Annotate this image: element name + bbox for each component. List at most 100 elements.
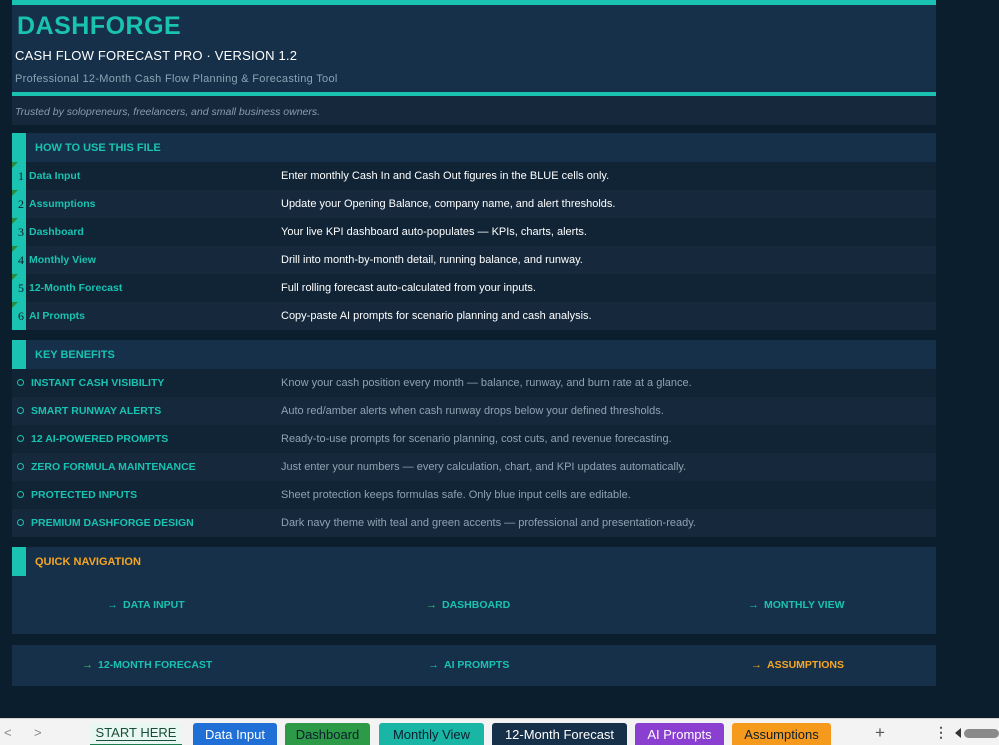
- benefit-row: PROTECTED INPUTS Sheet protection keeps …: [12, 481, 936, 509]
- nav-link-12-month-forecast[interactable]: → 12-MONTH FORECAST: [82, 659, 212, 671]
- comment-marker-icon: [12, 190, 18, 196]
- tab-label: Monthly View: [392, 727, 471, 742]
- step-label[interactable]: 12-Month Forecast: [29, 282, 122, 294]
- add-sheet-icon[interactable]: +: [875, 723, 885, 743]
- tab-label: 12-Month Forecast: [504, 727, 615, 742]
- header-block: DASHFORGE CASH FLOW FORECAST PRO · VERSI…: [12, 0, 936, 92]
- comment-marker-icon: [12, 302, 18, 308]
- tab-label: Assumptions: [744, 727, 819, 742]
- step-number: 3: [18, 225, 24, 239]
- benefit-description: Ready-to-use prompts for scenario planni…: [281, 433, 672, 445]
- benefit-description: Auto red/amber alerts when cash runway d…: [281, 405, 664, 417]
- how-to-title: HOW TO USE THIS FILE: [35, 142, 161, 154]
- scroll-left-arrow-icon[interactable]: [955, 728, 961, 738]
- tab-data-input[interactable]: Data Input: [193, 723, 277, 745]
- step-number-cell: 5: [12, 274, 26, 302]
- tab-ai-prompts[interactable]: AI Prompts: [635, 723, 724, 745]
- benefits-header: KEY BENEFITS: [12, 340, 936, 369]
- arrow-right-icon: →: [428, 659, 439, 671]
- tab-dashboard[interactable]: Dashboard: [285, 723, 370, 745]
- benefit-label: ZERO FORMULA MAINTENANCE: [31, 461, 196, 473]
- trusted-text: Trusted by solopreneurs, freelancers, an…: [15, 106, 321, 118]
- step-number-cell: 1: [12, 162, 26, 190]
- step-number: 2: [18, 197, 24, 211]
- circle-bullet-icon: [17, 519, 24, 526]
- benefit-row: 12 AI-POWERED PROMPTS Ready-to-use promp…: [12, 425, 936, 453]
- scrollbar-thumb[interactable]: [964, 728, 999, 738]
- nav-link-ai-prompts[interactable]: → AI PROMPTS: [428, 659, 509, 671]
- tab-scroll-left-icon[interactable]: <: [4, 725, 12, 740]
- nav-link-label: ASSUMPTIONS: [767, 659, 845, 671]
- step-number-cell: 4: [12, 246, 26, 274]
- step-label[interactable]: Assumptions: [29, 198, 96, 210]
- tab-start-here[interactable]: START HERE: [90, 723, 182, 745]
- how-to-header: HOW TO USE THIS FILE: [12, 133, 936, 162]
- step-row[interactable]: 6 AI Prompts Copy-paste AI prompts for s…: [12, 302, 936, 330]
- tab-12-month-forecast[interactable]: 12-Month Forecast: [492, 723, 627, 745]
- step-number: 4: [18, 253, 24, 267]
- arrow-right-icon: →: [751, 659, 762, 671]
- benefit-description: Sheet protection keeps formulas safe. On…: [281, 489, 631, 501]
- quick-navigation-block: QUICK NAVIGATION → DATA INPUT → DASHBOAR…: [12, 547, 936, 634]
- step-row[interactable]: 3 Dashboard Your live KPI dashboard auto…: [12, 218, 936, 246]
- step-description: Full rolling forecast auto-calculated fr…: [281, 282, 536, 294]
- navigation-header: QUICK NAVIGATION: [12, 547, 936, 576]
- benefit-row: ZERO FORMULA MAINTENANCE Just enter your…: [12, 453, 936, 481]
- product-tagline: Professional 12-Month Cash Flow Planning…: [15, 73, 338, 85]
- trusted-banner: Trusted by solopreneurs, freelancers, an…: [12, 96, 936, 125]
- benefit-row: SMART RUNWAY ALERTS Auto red/amber alert…: [12, 397, 936, 425]
- step-row[interactable]: 4 Monthly View Drill into month-by-month…: [12, 246, 936, 274]
- tab-scroll-right-icon[interactable]: >: [34, 725, 42, 740]
- step-row[interactable]: 2 Assumptions Update your Opening Balanc…: [12, 190, 936, 218]
- step-label[interactable]: Data Input: [29, 170, 80, 182]
- circle-bullet-icon: [17, 407, 24, 414]
- nav-link-label: MONTHLY VIEW: [764, 599, 845, 611]
- tab-assumptions[interactable]: Assumptions: [732, 723, 831, 745]
- step-number: 6: [18, 309, 24, 323]
- nav-link-label: DASHBOARD: [442, 599, 511, 611]
- tab-monthly-view[interactable]: Monthly View: [379, 723, 484, 745]
- step-label[interactable]: AI Prompts: [29, 310, 85, 322]
- comment-marker-icon: [12, 162, 18, 168]
- arrow-right-icon: →: [748, 599, 759, 611]
- brand-title: DASHFORGE: [17, 12, 182, 40]
- benefit-description: Know your cash position every month — ba…: [281, 377, 692, 389]
- step-number: 1: [18, 169, 24, 183]
- step-row[interactable]: 5 12-Month Forecast Full rolling forecas…: [12, 274, 936, 302]
- benefit-label: SMART RUNWAY ALERTS: [31, 405, 162, 417]
- section-accent: [12, 340, 26, 369]
- benefits-title: KEY BENEFITS: [35, 349, 115, 361]
- more-options-icon[interactable]: ⋮: [934, 724, 948, 741]
- step-description: Your live KPI dashboard auto-populates —…: [281, 226, 587, 238]
- circle-bullet-icon: [17, 435, 24, 442]
- comment-marker-icon: [12, 274, 18, 280]
- section-accent: [12, 133, 26, 162]
- benefit-label: PREMIUM DASHFORGE DESIGN: [31, 517, 194, 529]
- tab-label: AI Prompts: [647, 727, 712, 742]
- comment-marker-icon: [12, 246, 18, 252]
- step-number-cell: 6: [12, 302, 26, 330]
- step-row[interactable]: 1 Data Input Enter monthly Cash In and C…: [12, 162, 936, 190]
- nav-link-label: DATA INPUT: [123, 599, 185, 611]
- arrow-right-icon: →: [426, 599, 437, 611]
- arrow-right-icon: →: [107, 599, 118, 611]
- step-label[interactable]: Dashboard: [29, 226, 84, 238]
- benefit-label: INSTANT CASH VISIBILITY: [31, 377, 165, 389]
- navigation-title: QUICK NAVIGATION: [35, 556, 141, 568]
- nav-link-data-input[interactable]: → DATA INPUT: [107, 599, 185, 611]
- circle-bullet-icon: [17, 491, 24, 498]
- nav-link-label: 12-MONTH FORECAST: [98, 659, 213, 671]
- nav-link-dashboard[interactable]: → DASHBOARD: [426, 599, 510, 611]
- quick-navigation-row-2: → 12-MONTH FORECAST → AI PROMPTS → ASSUM…: [12, 645, 936, 686]
- step-number: 5: [18, 281, 24, 295]
- nav-link-monthly-view[interactable]: → MONTHLY VIEW: [748, 599, 845, 611]
- spreadsheet-view: DASHFORGE CASH FLOW FORECAST PRO · VERSI…: [0, 0, 999, 745]
- step-description: Update your Opening Balance, company nam…: [281, 198, 616, 210]
- step-number-cell: 3: [12, 218, 26, 246]
- product-subtitle: CASH FLOW FORECAST PRO · VERSION 1.2: [15, 48, 298, 63]
- nav-link-assumptions[interactable]: → ASSUMPTIONS: [751, 659, 844, 671]
- step-label[interactable]: Monthly View: [29, 254, 96, 266]
- nav-link-label: AI PROMPTS: [444, 659, 510, 671]
- horizontal-scrollbar[interactable]: [955, 728, 999, 738]
- step-description: Drill into month-by-month detail, runnin…: [281, 254, 583, 266]
